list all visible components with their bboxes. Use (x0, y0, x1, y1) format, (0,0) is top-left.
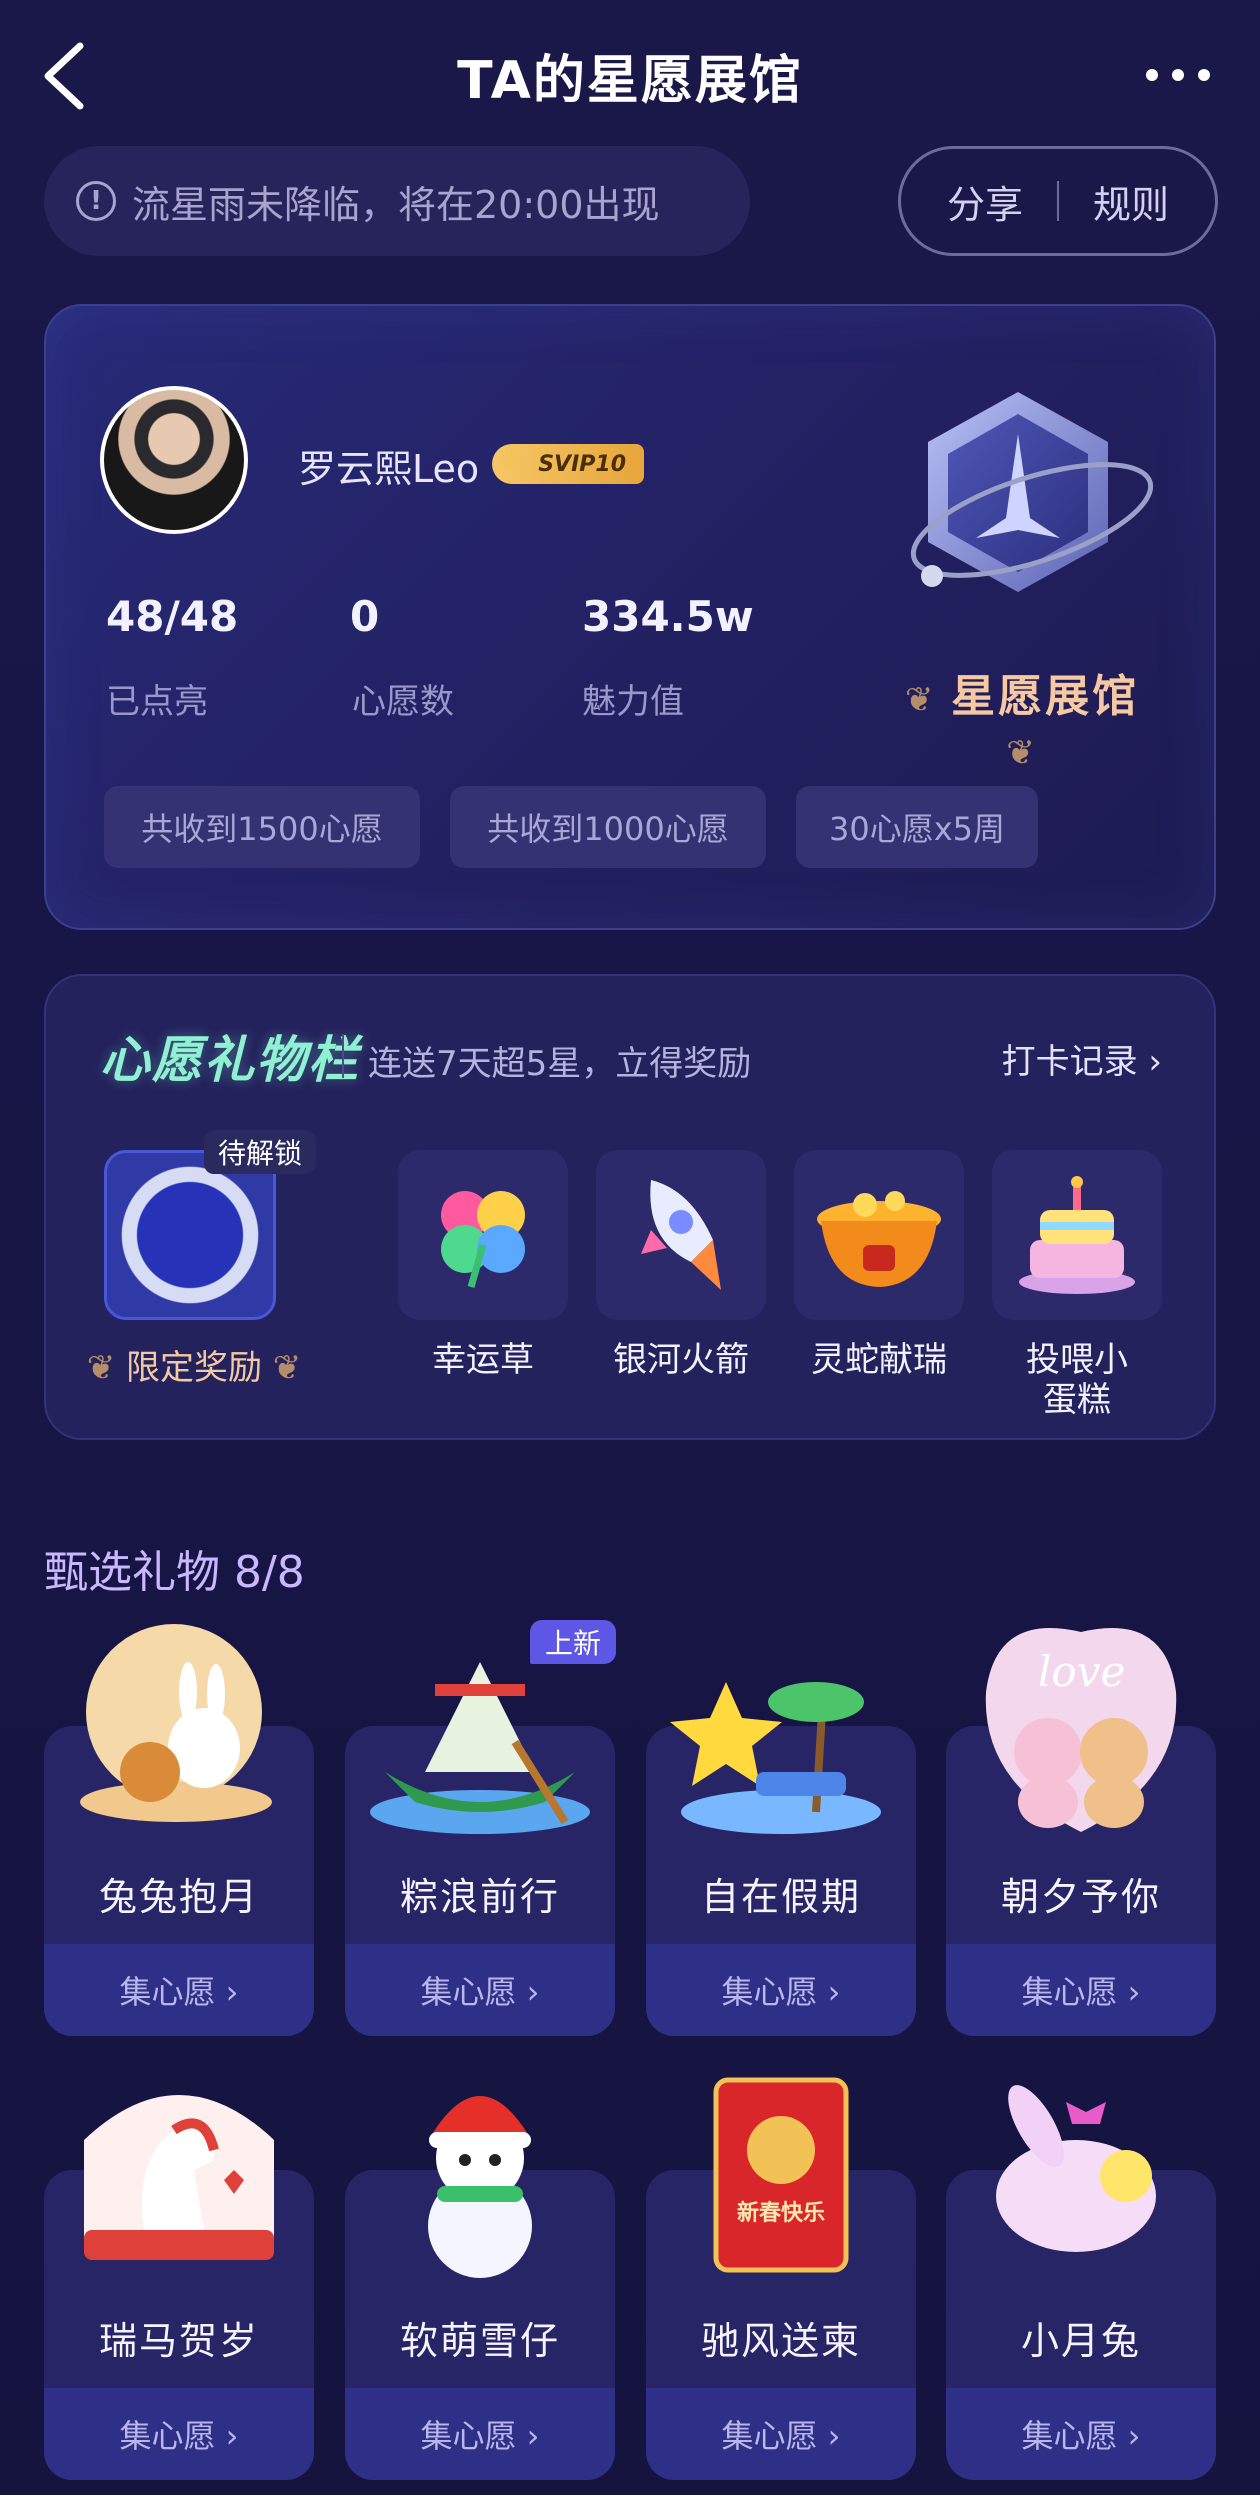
collect-wish-button[interactable]: 集心愿 › (946, 2388, 1216, 2480)
vacation-star-icon (670, 1682, 881, 1834)
rocket-icon (641, 1180, 721, 1290)
checkin-record-link[interactable]: 打卡记录 › (1002, 1034, 1162, 1083)
new-year-art-text: 新春快乐 (737, 2200, 825, 2226)
bear-couple-icon: love (985, 1628, 1177, 1832)
gift-treasure-pot[interactable] (794, 1150, 964, 1320)
gift-bar-subtitle: 连送7天超5星，立得奖励 (368, 1044, 752, 1084)
stat-wish-value: 0 (350, 592, 380, 641)
limited-reward-frame[interactable] (104, 1150, 276, 1320)
gift-name: 软萌雪仔 (399, 2319, 560, 2363)
stat-charm-value: 334.5w (582, 592, 754, 641)
star-hall-badge-icon (910, 392, 1154, 592)
achievement-tag: 共收到1500心愿 (104, 786, 420, 868)
gift-name: 兔兔抱月 (98, 1875, 259, 1919)
gift-name: 粽浪前行 (399, 1875, 560, 1919)
achievement-tag: 30心愿x5周 (796, 786, 1038, 868)
gift-name: 银河火箭 (613, 1340, 749, 1380)
more-dot-icon (1146, 69, 1158, 81)
collect-wish-button[interactable]: 集心愿 › (646, 2388, 916, 2480)
selected-gifts-title: 甄选礼物 8/8 (44, 1547, 305, 1598)
gift-name: 驰风送柬 (700, 2319, 861, 2363)
stat-wish-label: 心愿数 (352, 682, 454, 722)
unlock-badge: 待解锁 (204, 1130, 317, 1174)
gift-name: 瑞马贺岁 (98, 2319, 259, 2363)
new-badge: 上新 (530, 1620, 616, 1664)
treasure-pot-icon (817, 1191, 941, 1287)
gift-name: 小月兔 (1020, 2319, 1141, 2363)
love-art-text: love (1038, 1647, 1125, 1696)
page-title: TA的星愿展馆 (457, 51, 803, 111)
avatar[interactable] (100, 386, 248, 534)
collect-wish-button[interactable]: 集心愿 › (44, 1944, 314, 2036)
hall-title: ❦ 星愿展馆 ❦ (892, 660, 1152, 775)
divider (342, 1034, 344, 1078)
gift-rocket[interactable] (596, 1150, 766, 1320)
snowman-icon (428, 2096, 532, 2278)
vip-level: SVIP10 (538, 451, 626, 477)
divider (1057, 181, 1059, 221)
gift-cake[interactable] (992, 1150, 1162, 1320)
lucky-horse-icon (84, 2095, 274, 2260)
gift-name: 幸运草 (432, 1340, 534, 1380)
collect-wish-button[interactable]: 集心愿 › (946, 1944, 1216, 2036)
gift-name: 投喂小蛋糕 (1026, 1340, 1128, 1420)
cake-icon (1019, 1176, 1135, 1294)
moon-rabbit-icon (996, 2085, 1156, 2252)
more-dot-icon (1198, 69, 1210, 81)
collect-wish-button[interactable]: 集心愿 › (345, 2388, 615, 2480)
notice-text: 流星雨未降临，将在20:00出现 (132, 182, 660, 227)
laurel-left-icon: ❦ (904, 680, 952, 720)
limited-reward-text: 限定奖励 (126, 1348, 262, 1388)
stat-lit-label: 已点亮 (106, 682, 208, 722)
vip-badge: ♛ SVIP10 (492, 438, 644, 484)
more-menu-button[interactable] (1136, 60, 1220, 90)
crown-icon: ♛ (496, 438, 527, 478)
share-button[interactable]: 分享 (947, 174, 1023, 229)
gift-name: 灵蛇献瑞 (811, 1340, 947, 1380)
laurel-right-icon: ❦ (262, 1348, 302, 1388)
username: 罗云熙Leo (298, 447, 480, 491)
hall-title-text: 星愿展馆 (951, 671, 1140, 722)
stat-charm-label: 魅力值 (582, 682, 684, 722)
collect-wish-button[interactable]: 集心愿 › (44, 2388, 314, 2480)
rules-button[interactable]: 规则 (1093, 174, 1169, 229)
achievement-tag: 共收到1000心愿 (450, 786, 766, 868)
more-dot-icon (1172, 69, 1184, 81)
gift-name: 朝夕予你 (1000, 1875, 1161, 1919)
gift-name: 自在假期 (700, 1875, 861, 1919)
clover-icon (441, 1191, 525, 1288)
gift-clover[interactable] (398, 1150, 568, 1320)
laurel-right-icon: ❦ (1006, 733, 1038, 773)
rabbit-moon-icon (80, 1624, 272, 1822)
laurel-left-icon: ❦ (86, 1348, 126, 1388)
limited-reward-label: ❦ 限定奖励 ❦ (84, 1340, 304, 1389)
gift-bar-title: 心愿礼物栏 (100, 1031, 360, 1089)
collect-wish-button[interactable]: 集心愿 › (646, 1944, 916, 2036)
stat-lit-value: 48/48 (106, 592, 239, 641)
meteor-notice: ! 流星雨未降临，将在20:00出现 (44, 146, 750, 256)
share-rules-group: 分享 规则 (898, 146, 1218, 256)
info-icon: ! (76, 181, 116, 221)
red-envelope-icon: 新春快乐 (713, 2077, 849, 2273)
collect-wish-button[interactable]: 集心愿 › (345, 1944, 615, 2036)
